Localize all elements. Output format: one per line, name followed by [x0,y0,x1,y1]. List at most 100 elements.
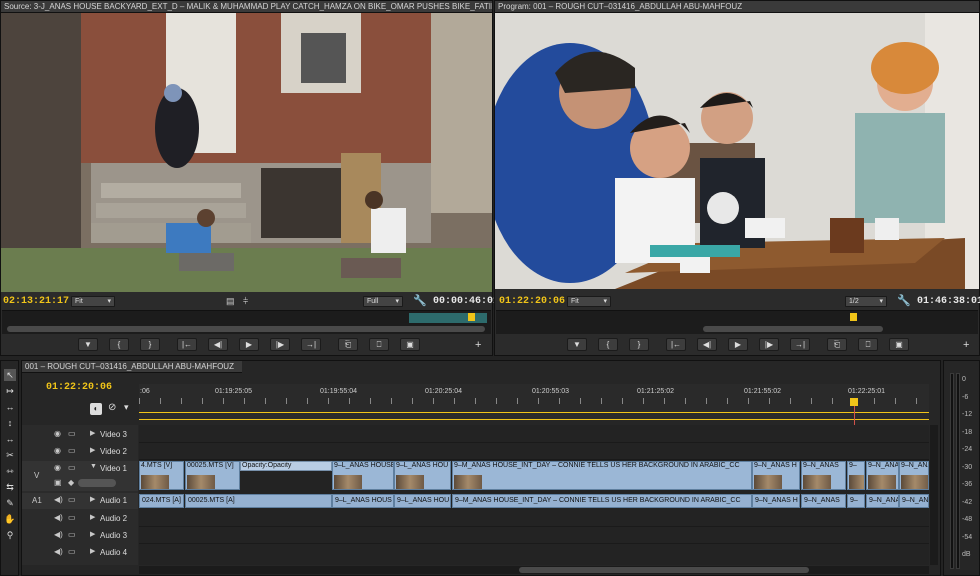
track-audio-3[interactable]: ◀) ▭ ▶ Audio 3 [22,528,138,544]
hand-icon[interactable]: ✋ [4,513,16,525]
mark-in-icon[interactable]: { [598,338,618,351]
marker-icon[interactable]: ▼ [567,338,587,351]
program-resolution-dropdown[interactable]: 1/2 ▾ [845,296,887,307]
speaker-icon[interactable]: ◀) [54,530,63,539]
audio-clip[interactable]: 00025.MTS [A] [185,494,332,508]
program-button-editor-icon[interactable]: + [963,339,969,351]
keyframe-display-icon[interactable]: ▣ [54,478,62,487]
pen-icon[interactable]: ✎ [4,497,16,509]
step-back-icon[interactable]: ◀| [697,338,717,351]
audio-clip[interactable]: 9–N_ANAS [801,494,846,508]
wrench-icon[interactable]: 🔧 [897,294,911,307]
video-clip[interactable]: 9–L_ANAS HOUSE [332,461,394,490]
overwrite-icon[interactable]: ⎕ [858,338,878,351]
video-clip[interactable]: 9– [847,461,865,490]
program-monitor-tab[interactable]: Program: 001 – ROUGH CUT–031416_ABDULLAH… [495,1,979,13]
audio-clip[interactable]: 9– [847,494,865,508]
source-target-v[interactable]: V [34,471,39,480]
selection-tool-icon[interactable]: ↖ [4,369,16,381]
wrench-icon[interactable]: 🔧 [413,294,427,307]
lane-audio-2[interactable] [139,511,929,527]
eye-icon[interactable]: ◉ [54,429,61,438]
slip-icon[interactable]: ⇿ [4,465,16,477]
track-audio-4[interactable]: ◀) ▭ ▶ Audio 4 [22,545,138,561]
linked-selection-icon[interactable]: ⊘ [108,402,116,413]
source-scrub-bar[interactable] [2,310,491,334]
step-forward-icon[interactable]: |▶ [270,338,290,351]
play-icon[interactable]: ▶ [728,338,748,351]
expand-triangle-icon[interactable]: ▶ [90,446,95,454]
source-zoom-scrollbar[interactable] [7,326,485,332]
track-audio-2[interactable]: ◀) ▭ ▶ Audio 2 [22,511,138,527]
video-clip[interactable]: 9–N_ANAS [801,461,846,490]
track-audio-1[interactable]: A1 ◀) ▭ ▶ Audio 1 [22,493,138,509]
timeline-scroll-thumb[interactable] [519,567,809,573]
expand-triangle-icon[interactable]: ▶ [90,429,95,437]
program-zoom-scrollbar[interactable] [703,326,883,332]
export-frame-icon[interactable]: ▣ [889,338,909,351]
speaker-icon[interactable]: ◀) [54,495,63,504]
step-back-icon[interactable]: ◀| [208,338,228,351]
overwrite-icon[interactable]: ⎕ [369,338,389,351]
sync-lock-icon[interactable]: ▭ [68,463,76,472]
expand-triangle-icon[interactable]: ▶ [90,513,95,521]
snap-icon[interactable]: ◐ [90,403,102,415]
marker-icon[interactable]: ▼ [78,338,98,351]
audio-clip[interactable]: 9–N_ANAS H [752,494,800,508]
sync-lock-icon[interactable]: ▭ [68,429,76,438]
keyframe-nav-icon[interactable]: ◆ [68,478,74,487]
zoom-icon[interactable]: ⚲ [4,529,16,541]
speaker-icon[interactable]: ◀) [54,513,63,522]
timeline-horizontal-scrollbar[interactable] [139,566,929,574]
step-forward-icon[interactable]: |▶ [759,338,779,351]
drag-video-icon[interactable]: ▤ [226,296,235,307]
audio-clip[interactable]: 9–L_ANAS HOUS [332,494,394,508]
timeline-tab[interactable]: 001 – ROUGH CUT–031416_ABDULLAH ABU-MAHF… [22,361,242,373]
source-target-a1[interactable]: A1 [32,496,42,505]
audio-clip[interactable]: 9–L_ANAS HOU [394,494,451,508]
lane-video-2[interactable] [139,444,929,460]
source-fit-dropdown[interactable]: Fit ▾ [71,296,115,307]
eye-icon[interactable]: ◉ [54,463,61,472]
program-playhead[interactable] [849,313,857,321]
program-scrub-bar[interactable] [496,310,978,334]
add-marker-icon[interactable]: ▾ [124,402,129,413]
video-clip[interactable]: 9–L_ANAS HOU [394,461,451,490]
video-clip[interactable]: 9–N_ANAS H [752,461,800,490]
export-frame-icon[interactable]: ▣ [400,338,420,351]
go-to-in-icon[interactable]: |← [666,338,686,351]
mark-out-icon[interactable]: } [140,338,160,351]
timeline-playhead-handle[interactable] [850,398,858,406]
source-monitor-tab[interactable]: Source: 3-J_ANAS HOUSE BACKYARD_EXT_D – … [1,1,492,13]
insert-icon[interactable]: ⎗ [338,338,358,351]
sync-lock-icon[interactable]: ▭ [68,446,76,455]
opacity-keyframe-label[interactable]: Opacity:Opacity [240,461,332,471]
go-to-out-icon[interactable]: →| [301,338,321,351]
mark-in-icon[interactable]: { [109,338,129,351]
sync-lock-icon[interactable]: ▭ [68,495,76,504]
sync-lock-icon[interactable]: ▭ [68,530,76,539]
source-resolution-dropdown[interactable]: Full ▾ [363,296,403,307]
track-select-icon[interactable]: ↦ [4,385,16,397]
audio-clip[interactable]: 9–N_ANA [899,494,929,508]
sync-lock-icon[interactable]: ▭ [68,547,76,556]
track-slider[interactable] [78,479,116,487]
program-fit-dropdown[interactable]: Fit ▾ [567,296,611,307]
audio-clip[interactable]: 9–N_ANA [866,494,899,508]
source-button-editor-icon[interactable]: + [475,339,481,351]
video-clip[interactable]: 4.MTS [V] [139,461,184,490]
expand-triangle-icon[interactable]: ▶ [90,547,95,555]
speaker-icon[interactable]: ◀) [54,547,63,556]
video-clip[interactable]: 9–N_ANA [899,461,929,490]
lane-audio-3[interactable] [139,528,929,544]
rolling-edit-icon[interactable]: ↕ [4,417,16,429]
sync-lock-icon[interactable]: ▭ [68,513,76,522]
program-timecode-current[interactable]: 01:22:20:06 [499,295,565,307]
play-icon[interactable]: ▶ [239,338,259,351]
go-to-in-icon[interactable]: |← [177,338,197,351]
mark-out-icon[interactable]: } [629,338,649,351]
source-playhead[interactable] [468,313,476,321]
razor-icon[interactable]: ✂ [4,449,16,461]
insert-icon[interactable]: ⎗ [827,338,847,351]
source-video-frame[interactable] [1,13,492,292]
